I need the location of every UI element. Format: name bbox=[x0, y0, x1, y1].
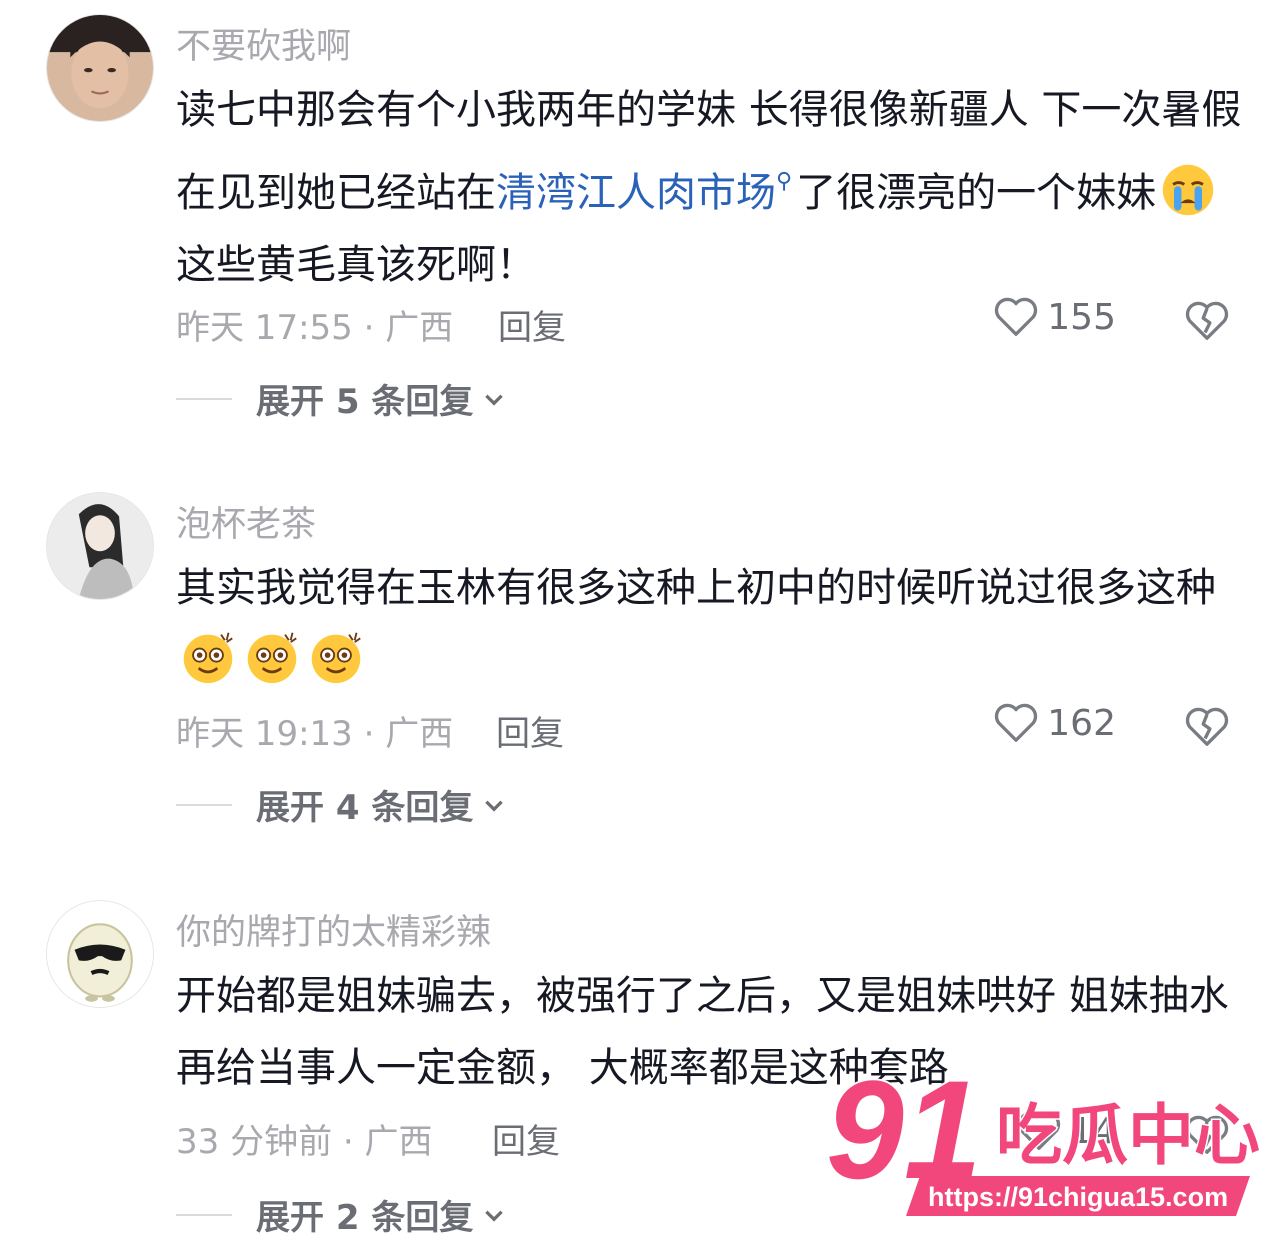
avatar[interactable] bbox=[46, 900, 154, 1008]
comment-time-location: 昨天 17:55 · 广西 bbox=[176, 308, 454, 348]
broken-heart-icon[interactable] bbox=[1184, 300, 1230, 342]
heart-icon bbox=[995, 703, 1038, 742]
dazed-emoji-icon bbox=[180, 629, 236, 685]
reply-button[interactable]: 回复 bbox=[498, 300, 566, 349]
comment-time-location: 33 分钟前 · 广西 bbox=[176, 1122, 433, 1162]
crying-emoji-icon bbox=[1160, 162, 1216, 218]
chevron-down-icon bbox=[485, 800, 504, 812]
comment-text: 其实我觉得在玉林有很多这种上初中的时候听说过很多这种 bbox=[176, 552, 1246, 696]
chevron-down-icon bbox=[485, 1210, 504, 1222]
reply-button[interactable]: 回复 bbox=[496, 706, 564, 755]
expand-replies-button[interactable]: 展开 2 条回复 bbox=[176, 1190, 507, 1239]
username[interactable]: 不要砍我啊 bbox=[176, 18, 351, 69]
search-link[interactable]: 清湾江人肉市场 bbox=[496, 170, 776, 216]
like-count: 155 bbox=[1047, 296, 1116, 338]
expand-replies-button[interactable]: 展开 5 条回复 bbox=[176, 374, 507, 423]
like-button[interactable]: 162 bbox=[993, 702, 1116, 744]
dazed-emoji-icon bbox=[244, 629, 300, 685]
chevron-down-icon bbox=[485, 394, 504, 406]
heart-icon bbox=[995, 297, 1038, 336]
username[interactable]: 泡杯老茶 bbox=[176, 496, 316, 547]
dazed-emoji-icon bbox=[308, 629, 364, 685]
divider bbox=[176, 1213, 232, 1216]
broken-heart-icon[interactable] bbox=[1184, 706, 1230, 748]
like-button[interactable]: 155 bbox=[993, 296, 1116, 338]
watermark-brand: 吃瓜中心 bbox=[996, 1097, 1260, 1174]
divider bbox=[176, 397, 232, 400]
watermark-logo: 91 吃瓜中心 https://91chigua15.com bbox=[826, 1066, 1262, 1216]
search-icon: ⚲ bbox=[776, 169, 793, 194]
avatar[interactable] bbox=[46, 14, 154, 122]
username[interactable]: 你的牌打的太精彩辣 bbox=[176, 904, 491, 955]
avatar[interactable] bbox=[46, 492, 154, 600]
watermark-url: https://91chigua15.com bbox=[928, 1182, 1228, 1212]
divider bbox=[176, 803, 232, 806]
comment-text: 读七中那会有个小我两年的学妹 长得很像新疆人 下一次暑假在见到她已经站在清湾江人… bbox=[176, 87, 1242, 288]
expand-replies-button[interactable]: 展开 4 条回复 bbox=[176, 780, 507, 829]
reply-button[interactable]: 回复 bbox=[492, 1114, 560, 1163]
like-count: 162 bbox=[1047, 702, 1116, 744]
comment-time-location: 昨天 19:13 · 广西 bbox=[176, 714, 454, 754]
